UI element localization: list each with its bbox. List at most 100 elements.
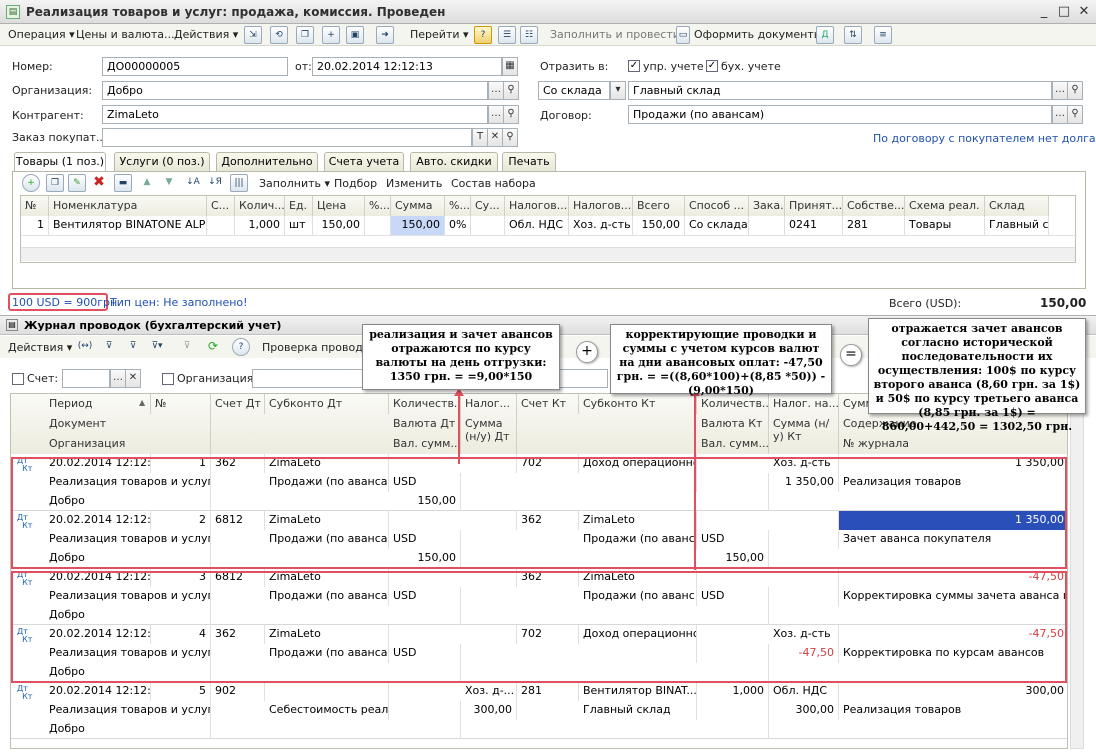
org-field[interactable]: Добро <box>102 81 488 100</box>
journal-cell-nal-dt[interactable]: Хоз. д-... <box>461 682 517 701</box>
order-type-button[interactable]: T <box>472 128 488 147</box>
journal-column-header[interactable]: Налог... <box>461 394 517 414</box>
journal-column-header[interactable]: Валюта Дт <box>389 414 461 434</box>
journal-column-header[interactable]: Субконто Кт <box>579 394 697 414</box>
goto-menu[interactable]: Перейти ▾ <box>410 28 469 41</box>
goods-column-header[interactable]: %... <box>365 196 391 216</box>
save-doc-icon[interactable]: ▣ <box>346 26 364 44</box>
journal-help-icon[interactable]: ? <box>232 338 250 356</box>
maximize-icon[interactable]: □ <box>1056 4 1072 20</box>
help-icon[interactable]: ? <box>474 26 492 44</box>
journal-cell-kt[interactable]: 281 <box>517 682 579 701</box>
print-doc-icon[interactable]: ▭ <box>676 26 690 44</box>
list-icon[interactable]: ☰ <box>498 26 516 44</box>
tab-accounts[interactable]: Счета учета <box>324 152 404 171</box>
goods-column-header[interactable]: С... <box>207 196 235 216</box>
journal-column-header[interactable]: Налог. на... <box>769 394 839 414</box>
pick-button[interactable]: Подбор <box>334 177 377 190</box>
account-clear-icon[interactable]: ✕ <box>125 369 141 388</box>
fill-post-button[interactable]: Заполнить и провести <box>550 28 680 41</box>
goods-column-header[interactable]: Налогов... <box>569 196 633 216</box>
journal-cell-sum[interactable]: 300,00 <box>839 682 1067 701</box>
journal-cell-valsum-dt[interactable] <box>389 720 461 739</box>
delete-row-icon[interactable]: ✖ <box>90 174 108 192</box>
set-composition-button[interactable]: Состав набора <box>451 177 536 190</box>
goods-column-header[interactable]: № <box>21 196 49 216</box>
journal-cell-num[interactable]: 5 <box>151 682 211 701</box>
account-checkbox[interactable] <box>12 373 24 385</box>
check-postings-button[interactable]: Проверка проводок <box>262 341 376 354</box>
goods-column-header[interactable]: Цена <box>313 196 365 216</box>
goods-column-header[interactable]: Зака... <box>749 196 785 216</box>
goods-cell[interactable]: 150,00 <box>391 216 445 235</box>
goods-cell[interactable]: шт <box>285 216 313 235</box>
goods-column-header[interactable]: Всего <box>633 196 685 216</box>
add-row-icon[interactable]: + <box>22 174 40 192</box>
journal-column-header[interactable]: Количеств... <box>389 394 461 414</box>
journal-cell-valsum-kt[interactable] <box>697 720 769 739</box>
goods-column-header[interactable]: Собстве... <box>843 196 905 216</box>
barcode-icon[interactable]: ||| <box>230 174 248 192</box>
based-on-icon[interactable]: ➜ <box>376 26 394 44</box>
journal-cell-nu-kt[interactable]: 300,00 <box>769 701 839 720</box>
goods-cell[interactable]: Со склада <box>685 216 749 235</box>
goods-cell[interactable]: Главный склад <box>985 216 1049 235</box>
journal-column-header[interactable]: № <box>151 394 211 414</box>
tab-services[interactable]: Услуги (0 поз.) <box>114 152 210 171</box>
goods-cell[interactable] <box>749 216 785 235</box>
counterparty-select-button[interactable]: … <box>488 105 504 124</box>
order-clear-icon[interactable]: ✕ <box>487 128 503 147</box>
post-icon[interactable]: ⇲ <box>244 26 262 44</box>
copy-row-icon[interactable]: ❐ <box>46 174 64 192</box>
order-search-icon[interactable]: ⚲ <box>502 128 518 147</box>
goods-column-header[interactable]: Способ ... <box>685 196 749 216</box>
account-select-button[interactable]: … <box>110 369 126 388</box>
operation-menu[interactable]: Операция ▾ <box>8 28 75 41</box>
journal-column-header[interactable]: Документ <box>45 414 211 434</box>
structure-icon[interactable]: ☷ <box>520 26 538 44</box>
journal-cell-nu-dt[interactable]: 300,00 <box>461 701 517 720</box>
goods-cell[interactable]: Хоз. д-сть <box>569 216 633 235</box>
goods-cell[interactable]: 0241 <box>785 216 843 235</box>
goods-cell[interactable] <box>365 216 391 235</box>
goods-column-header[interactable]: Су... <box>471 196 505 216</box>
goods-cell[interactable]: 150,00 <box>313 216 365 235</box>
end-edit-icon[interactable]: ▬ <box>114 174 132 192</box>
debt-link[interactable]: По договору с покупателем нет долга <box>873 132 1096 145</box>
goods-cell[interactable] <box>207 216 235 235</box>
date-field[interactable]: 20.02.2014 12:12:13 <box>312 57 502 76</box>
tab-auto-discounts[interactable]: Авто. скидки <box>410 152 498 171</box>
close-icon[interactable]: ✕ <box>1076 4 1092 20</box>
goods-column-header[interactable]: Принят... <box>785 196 843 216</box>
from-warehouse-dropdown[interactable]: ▾ <box>610 81 626 100</box>
fill-goods-menu[interactable]: Заполнить ▾ <box>259 177 330 190</box>
org-filter-checkbox[interactable] <box>162 373 174 385</box>
goods-cell[interactable]: 1 <box>21 216 49 235</box>
goods-column-header[interactable]: Ед. <box>285 196 313 216</box>
journal-actions-menu[interactable]: Действия ▾ <box>8 341 72 354</box>
copy-icon[interactable]: ❐ <box>296 26 314 44</box>
movement-icon[interactable]: ⇅ <box>844 26 862 44</box>
buh-checkbox[interactable]: ✓ <box>706 60 718 72</box>
number-field[interactable]: ДО00000005 <box>102 57 288 76</box>
journal-cell-sub-dt2[interactable]: Себестоимость реал... <box>265 701 389 720</box>
upr-checkbox[interactable]: ✓ <box>628 60 640 72</box>
xml-icon[interactable]: ≡ <box>874 26 892 44</box>
expand-icon[interactable]: (↔) <box>76 338 94 356</box>
journal-scrollbar[interactable] <box>1070 393 1084 749</box>
org-search-icon[interactable]: ⚲ <box>503 81 519 100</box>
goods-cell[interactable]: 281 <box>843 216 905 235</box>
journal-cell-sub-kt1[interactable]: Вентилятор BINAT... <box>579 682 697 701</box>
journal-column-header[interactable]: Сумма (н/у) Кт <box>769 414 839 454</box>
sort-asc-icon[interactable]: ↓A <box>184 174 202 192</box>
goods-column-header[interactable]: Склад <box>985 196 1049 216</box>
journal-cell-cur-kt[interactable] <box>697 701 769 720</box>
journal-column-header[interactable]: Вал. сумм... <box>389 434 461 454</box>
change-button[interactable]: Изменить <box>386 177 442 190</box>
journal-cell-doc[interactable]: Реализация товаров и услуг ... <box>45 701 211 720</box>
journal-column-header[interactable]: Вал. сумм... <box>697 434 769 454</box>
goods-column-header[interactable]: Налогов... <box>505 196 569 216</box>
tab-goods[interactable]: Товары (1 поз.) <box>14 152 106 172</box>
filter-icon[interactable]: ⊽ <box>100 338 118 356</box>
goods-column-header[interactable]: Схема реал. <box>905 196 985 216</box>
